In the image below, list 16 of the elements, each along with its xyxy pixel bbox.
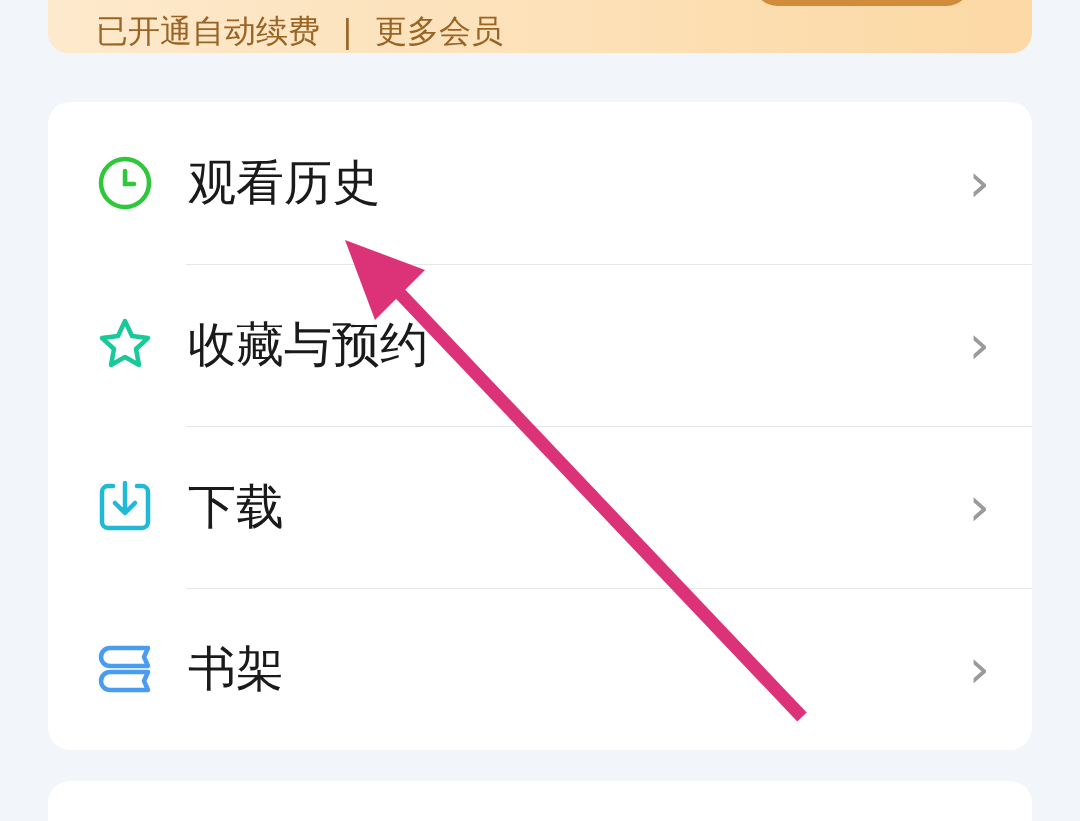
more-membership-link[interactable]: 更多会员: [374, 15, 503, 47]
menu-item[interactable]: 书架 ›: [48, 588, 1032, 750]
menu-label: 收藏与预约: [188, 315, 429, 374]
chevron-icon: ›: [968, 156, 990, 210]
chevron-icon: ›: [968, 642, 990, 696]
menu-label: 观看历史: [188, 153, 381, 212]
menu-item[interactable]: 观看历史 ›: [48, 102, 1032, 264]
menu-item[interactable]: 收藏与预约 ›: [48, 264, 1032, 426]
menu-label: 书架: [188, 639, 285, 698]
clock-icon: [96, 154, 154, 212]
menu-label: 下载: [188, 477, 285, 536]
menu-item[interactable]: 下载 ›: [48, 426, 1032, 588]
auto-renew-status: 已开通自动续费: [96, 15, 320, 47]
chevron-icon: ›: [968, 480, 990, 534]
chevron-icon: ›: [968, 318, 990, 372]
vip-banner[interactable]: 已开通自动续费 | 更多会员: [48, 0, 1032, 53]
